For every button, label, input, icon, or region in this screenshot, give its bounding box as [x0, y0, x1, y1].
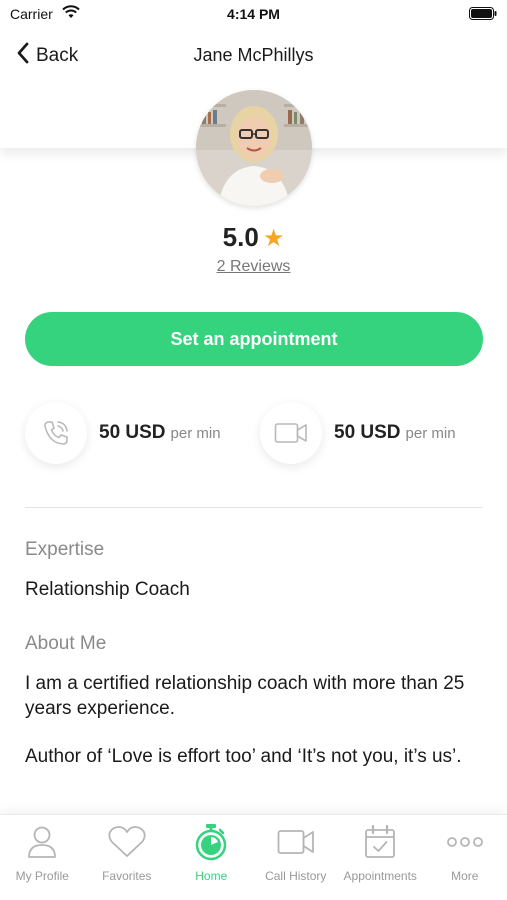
- set-appointment-button[interactable]: Set an appointment: [25, 312, 483, 366]
- about-paragraph-2: Author of ‘Love is effort too’ and ‘It’s…: [25, 746, 462, 767]
- tab-label: Favorites: [102, 869, 152, 883]
- video-price-unit: per min: [405, 425, 456, 442]
- tab-label: My Profile: [15, 869, 69, 883]
- tab-more[interactable]: More: [423, 815, 507, 900]
- about-label: About Me: [25, 633, 107, 654]
- video-camera-icon: [260, 402, 322, 464]
- reviews-link[interactable]: 2 Reviews: [0, 258, 507, 276]
- stopwatch-icon: [194, 823, 228, 861]
- voice-price-unit: per min: [170, 425, 221, 442]
- page-title: Jane McPhillys: [193, 45, 314, 65]
- divider: [25, 507, 483, 508]
- tab-label: Home: [195, 869, 228, 883]
- tab-label: More: [451, 869, 479, 883]
- tab-bar: My Profile Favorites Home Call History A…: [0, 814, 507, 900]
- status-bar: Carrier 4:14 PM: [0, 0, 507, 28]
- tab-favorites[interactable]: Favorites: [85, 815, 170, 900]
- rating-value: 5.0: [222, 222, 259, 252]
- tab-appointments[interactable]: Appointments: [338, 815, 423, 900]
- tab-my-profile[interactable]: My Profile: [0, 815, 85, 900]
- expertise-label: Expertise: [25, 539, 105, 560]
- tab-home[interactable]: Home: [169, 815, 254, 900]
- tab-call-history[interactable]: Call History: [254, 815, 339, 900]
- more-dots-icon: [446, 823, 483, 861]
- voice-price-amount: 50 USD: [99, 422, 166, 443]
- profile-avatar: [196, 90, 312, 206]
- about-paragraph-1: I am a certified relationship coach with…: [25, 673, 465, 719]
- heart-icon: [107, 823, 147, 861]
- tab-label: Appointments: [343, 869, 417, 883]
- voice-call-price[interactable]: 50 USD per min: [25, 402, 221, 464]
- video-camera-icon: [277, 823, 315, 861]
- rating: 5.0 ★: [0, 222, 507, 253]
- tab-label: Call History: [265, 869, 327, 883]
- person-icon: [26, 823, 58, 861]
- calendar-check-icon: [364, 823, 396, 861]
- clock: 4:14 PM: [227, 6, 280, 22]
- star-icon: ★: [262, 225, 285, 252]
- video-price-amount: 50 USD: [334, 422, 401, 443]
- battery-icon: [469, 7, 497, 25]
- phone-icon: [25, 402, 87, 464]
- video-call-price[interactable]: 50 USD per min: [260, 402, 456, 464]
- expertise-value: Relationship Coach: [25, 579, 190, 600]
